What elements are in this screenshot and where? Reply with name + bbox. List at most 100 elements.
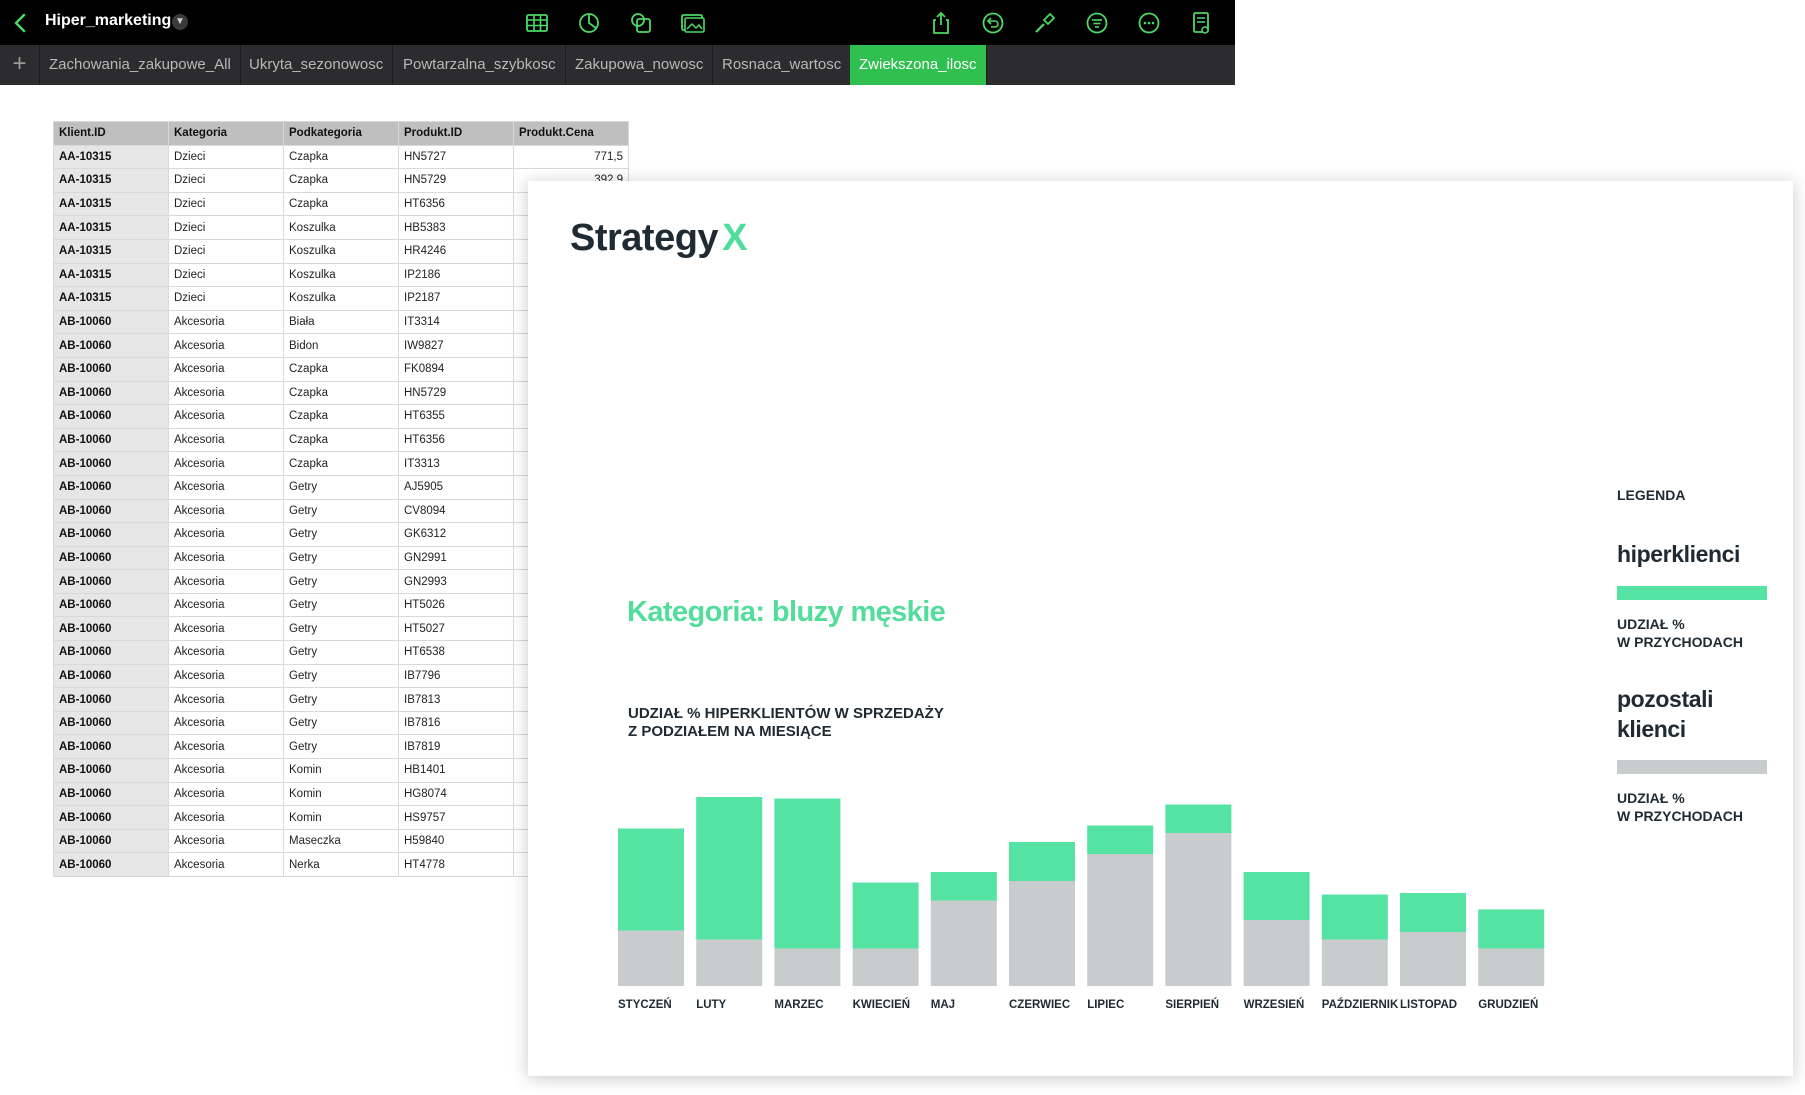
- share-icon[interactable]: [928, 10, 954, 36]
- table-cell[interactable]: Akcesoria: [168, 545, 284, 571]
- table-cell[interactable]: Getry: [283, 663, 399, 689]
- table-cell[interactable]: Getry: [283, 640, 399, 665]
- table-cell[interactable]: GK6312: [398, 522, 514, 547]
- table-cell[interactable]: AB-10060: [53, 781, 169, 807]
- more-icon[interactable]: [1136, 10, 1162, 36]
- table-cell[interactable]: AB-10060: [53, 852, 169, 877]
- table-cell[interactable]: Akcesoria: [168, 404, 284, 429]
- table-cell[interactable]: Akcesoria: [168, 592, 284, 618]
- table-cell[interactable]: AB-10060: [53, 687, 169, 712]
- table-cell[interactable]: HN5727: [398, 144, 514, 170]
- table-cell[interactable]: Akcesoria: [168, 569, 284, 594]
- table-cell[interactable]: Czapka: [283, 356, 399, 382]
- table-cell[interactable]: HB5383: [398, 215, 514, 240]
- column-header[interactable]: Klient.ID: [53, 121, 169, 146]
- table-cell[interactable]: Czapka: [283, 191, 399, 217]
- table-cell[interactable]: AB-10060: [53, 356, 169, 382]
- table-cell[interactable]: AB-10060: [53, 522, 169, 547]
- table-cell[interactable]: HG8074: [398, 781, 514, 807]
- table-cell[interactable]: Getry: [283, 710, 399, 736]
- table-cell[interactable]: Akcesoria: [168, 734, 284, 760]
- table-cell[interactable]: Getry: [283, 474, 399, 500]
- table-cell[interactable]: AB-10060: [53, 333, 169, 358]
- table-cell[interactable]: Akcesoria: [168, 616, 284, 642]
- table-cell[interactable]: AB-10060: [53, 710, 169, 736]
- chevron-down-icon[interactable]: ▼: [172, 14, 188, 30]
- table-cell[interactable]: Akcesoria: [168, 333, 284, 358]
- table-cell[interactable]: Bidon: [283, 333, 399, 358]
- table-cell[interactable]: AA-10315: [53, 144, 169, 170]
- table-cell[interactable]: HT6356: [398, 427, 514, 453]
- table-cell[interactable]: Akcesoria: [168, 640, 284, 665]
- table-cell[interactable]: AB-10060: [53, 545, 169, 571]
- table-cell[interactable]: AA-10315: [53, 191, 169, 217]
- shape-icon[interactable]: [628, 10, 654, 36]
- table-cell[interactable]: Getry: [283, 545, 399, 571]
- column-header[interactable]: Produkt.Cena: [513, 121, 629, 146]
- table-cell[interactable]: AA-10315: [53, 286, 169, 311]
- table-cell[interactable]: Akcesoria: [168, 380, 284, 406]
- table-cell[interactable]: AB-10060: [53, 569, 169, 594]
- table-cell[interactable]: HN5729: [398, 380, 514, 406]
- table-cell[interactable]: AB-10060: [53, 663, 169, 689]
- table-cell[interactable]: Akcesoria: [168, 758, 284, 783]
- table-cell[interactable]: AB-10060: [53, 474, 169, 500]
- table-cell[interactable]: AA-10315: [53, 168, 169, 193]
- tab-powtarzalna-szybkosc[interactable]: Powtarzalna_szybkosc: [394, 45, 566, 85]
- undo-icon[interactable]: [980, 10, 1006, 36]
- table-cell[interactable]: IB7796: [398, 663, 514, 689]
- document-icon[interactable]: [1188, 10, 1214, 36]
- table-cell[interactable]: Akcesoria: [168, 427, 284, 453]
- table-cell[interactable]: AB-10060: [53, 451, 169, 476]
- table-cell[interactable]: Komin: [283, 781, 399, 807]
- table-cell[interactable]: Getry: [283, 687, 399, 712]
- table-cell[interactable]: Dzieci: [168, 215, 284, 240]
- table-cell[interactable]: AB-10060: [53, 758, 169, 783]
- table-cell[interactable]: HT6356: [398, 191, 514, 217]
- add-sheet-icon[interactable]: +: [0, 45, 40, 85]
- table-cell[interactable]: Czapka: [283, 427, 399, 453]
- table-cell[interactable]: FK0894: [398, 356, 514, 382]
- media-icon[interactable]: [680, 10, 706, 36]
- table-cell[interactable]: AB-10060: [53, 828, 169, 854]
- table-cell[interactable]: AA-10315: [53, 238, 169, 264]
- table-cell[interactable]: Czapka: [283, 451, 399, 476]
- table-cell[interactable]: Biała: [283, 309, 399, 335]
- table-cell[interactable]: AB-10060: [53, 309, 169, 335]
- table-cell[interactable]: IB7819: [398, 734, 514, 760]
- table-cell[interactable]: IB7816: [398, 710, 514, 736]
- table-cell[interactable]: Akcesoria: [168, 498, 284, 524]
- table-cell[interactable]: H59840: [398, 828, 514, 854]
- table-cell[interactable]: Getry: [283, 734, 399, 760]
- chevron-left-icon[interactable]: [10, 11, 34, 35]
- table-cell[interactable]: Akcesoria: [168, 687, 284, 712]
- table-cell[interactable]: AB-10060: [53, 380, 169, 406]
- table-cell[interactable]: Koszulka: [283, 215, 399, 240]
- tab-zakupowa-nowosc[interactable]: Zakupowa_nowosc: [566, 45, 714, 85]
- table-cell[interactable]: HS9757: [398, 805, 514, 830]
- table-cell[interactable]: AB-10060: [53, 592, 169, 618]
- table-cell[interactable]: Getry: [283, 569, 399, 594]
- table-cell[interactable]: Dzieci: [168, 168, 284, 193]
- column-header[interactable]: Podkategoria: [283, 121, 399, 146]
- table-cell[interactable]: Dzieci: [168, 286, 284, 311]
- table-cell[interactable]: AA-10315: [53, 215, 169, 240]
- table-cell[interactable]: Koszulka: [283, 238, 399, 264]
- table-cell[interactable]: IB7813: [398, 687, 514, 712]
- table-cell[interactable]: Akcesoria: [168, 663, 284, 689]
- table-cell[interactable]: HN5729: [398, 168, 514, 193]
- table-cell[interactable]: IP2186: [398, 262, 514, 288]
- table-cell[interactable]: AJ5905: [398, 474, 514, 500]
- tab-zachowania-zakupowe-all[interactable]: Zachowania_zakupowe_All: [40, 45, 241, 85]
- table-cell[interactable]: HT5026: [398, 592, 514, 618]
- format-brush-icon[interactable]: [1032, 10, 1058, 36]
- table-cell[interactable]: Getry: [283, 522, 399, 547]
- table-cell[interactable]: Getry: [283, 592, 399, 618]
- column-header[interactable]: Produkt.ID: [398, 121, 514, 146]
- table-cell[interactable]: CV8094: [398, 498, 514, 524]
- table-cell[interactable]: Koszulka: [283, 286, 399, 311]
- table-cell[interactable]: HB1401: [398, 758, 514, 783]
- table-cell[interactable]: IT3314: [398, 309, 514, 335]
- table-cell[interactable]: HT6355: [398, 404, 514, 429]
- table-cell[interactable]: Akcesoria: [168, 852, 284, 877]
